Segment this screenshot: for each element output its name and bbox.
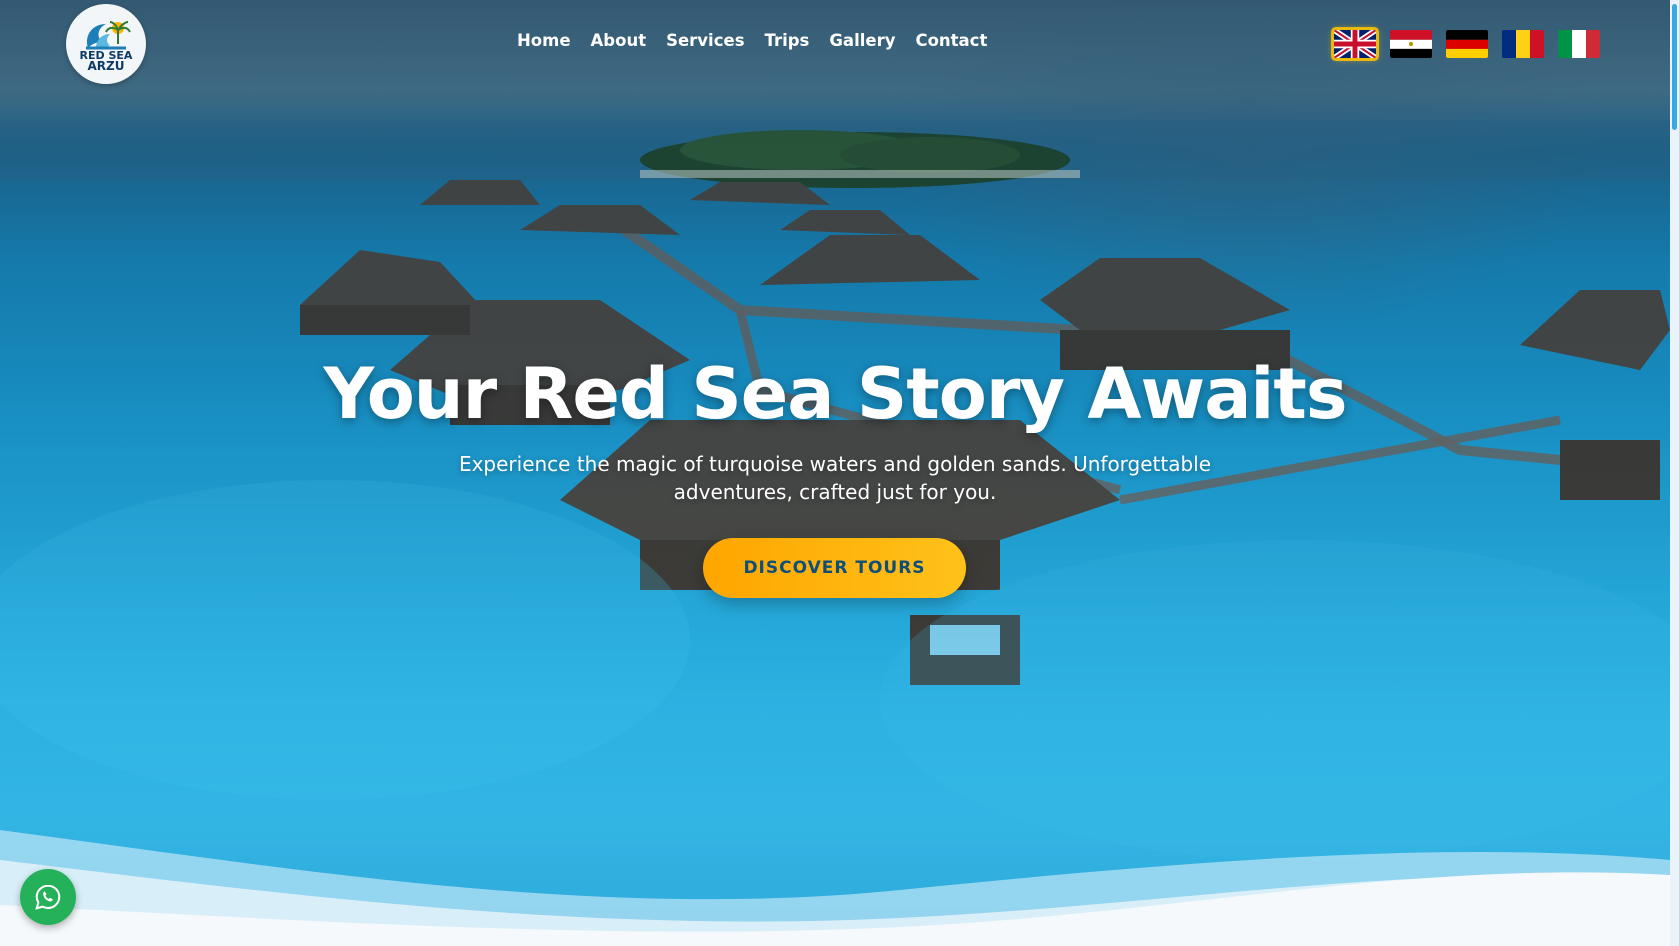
nav-link-services[interactable]: Services [666,28,744,56]
scrollbar-thumb[interactable] [1672,4,1677,130]
nav-link-home[interactable]: Home [517,28,571,56]
uk-flag-icon[interactable] [1334,30,1376,58]
hero-title: Your Red Sea Story Awaits [323,353,1347,435]
discover-tours-button[interactable]: DISCOVER TOURS [703,538,966,598]
main-nav: Home About Services Trips Gallery Contac… [517,28,1007,56]
nav-link-trips[interactable]: Trips [765,28,810,56]
top-navigation-bar: RED SEA ARZU Home About Services Trips G… [0,0,1670,90]
nav-link-about[interactable]: About [591,28,647,56]
romania-flag-icon[interactable] [1502,30,1544,58]
egypt-flag-icon[interactable] [1390,30,1432,58]
hero-subtitle: Experience the magic of turquoise waters… [458,452,1212,504]
whatsapp-icon [35,884,61,910]
germany-flag-icon[interactable] [1446,30,1488,58]
italy-flag-icon[interactable] [1558,30,1600,58]
wave-palm-icon [86,21,131,50]
whatsapp-button[interactable] [20,869,76,925]
page-scrollbar[interactable] [1670,0,1679,946]
brand-logo[interactable]: RED SEA ARZU [66,4,146,84]
hero-section: RED SEA ARZU Home About Services Trips G… [0,0,1670,946]
nav-link-contact[interactable]: Contact [915,28,987,56]
language-switcher [1334,30,1614,58]
nav-link-gallery[interactable]: Gallery [829,28,895,56]
logo-text-line2: ARZU [87,59,125,73]
wave-divider [0,830,1670,946]
